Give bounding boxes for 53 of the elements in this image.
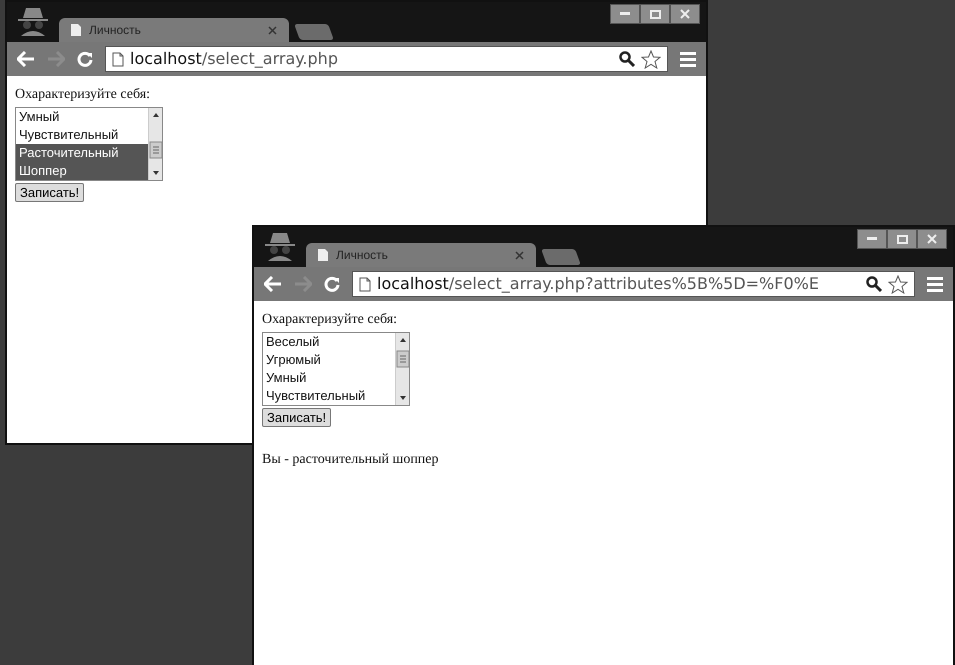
- close-icon: [927, 234, 937, 244]
- close-icon: [680, 9, 690, 19]
- search-icon[interactable]: [619, 51, 635, 67]
- reload-icon[interactable]: [77, 51, 93, 67]
- list-option[interactable]: Умный: [16, 108, 148, 126]
- page-icon: [318, 249, 328, 261]
- list-option[interactable]: Веселый: [263, 333, 395, 351]
- url-text: localhost/select_array.php: [130, 49, 338, 68]
- close-button[interactable]: [917, 229, 947, 249]
- back-icon[interactable]: [17, 51, 35, 67]
- maximize-icon: [650, 10, 660, 18]
- maximize-button[interactable]: [887, 229, 917, 249]
- close-icon[interactable]: [268, 26, 277, 34]
- new-tab-button[interactable]: [541, 249, 581, 265]
- back-icon[interactable]: [264, 276, 282, 292]
- address-bar[interactable]: localhost/select_array.php: [105, 46, 668, 72]
- browser-tab[interactable]: Личность: [59, 18, 289, 42]
- incognito-icon: [264, 231, 296, 261]
- list-option[interactable]: Угрюмый: [263, 351, 395, 369]
- menu-icon[interactable]: [927, 276, 943, 292]
- submit-button[interactable]: Записать!: [15, 183, 84, 202]
- minimize-icon: [620, 12, 630, 16]
- address-bar[interactable]: localhost/select_array.php?attributes%5B%5D=%F0%E: [352, 271, 915, 297]
- maximize-icon: [896, 234, 908, 244]
- browser-tab[interactable]: Личность: [306, 243, 536, 267]
- list-box[interactable]: Веселый Угрюмый Умный Чувствительный: [262, 332, 410, 406]
- search-icon[interactable]: [866, 276, 882, 292]
- close-button[interactable]: [670, 4, 700, 24]
- list-box[interactable]: Умный Чувствительный Расточительный Шоппер: [15, 107, 163, 181]
- maximize-button[interactable]: [640, 4, 670, 24]
- star-icon[interactable]: [641, 50, 661, 68]
- reload-icon[interactable]: [324, 276, 340, 292]
- minimize-icon: [867, 237, 877, 241]
- page-icon: [112, 52, 124, 66]
- list-option[interactable]: Расточительный: [16, 144, 148, 162]
- page-icon: [359, 276, 371, 292]
- page-icon: [71, 24, 81, 36]
- close-icon[interactable]: [515, 250, 524, 260]
- list-option[interactable]: Чувствительный: [263, 387, 395, 405]
- list-option[interactable]: Шоппер: [16, 162, 148, 180]
- url-text: localhost/select_array.php?attributes%5B%5D=%F0%E: [377, 274, 819, 293]
- new-tab-button[interactable]: [294, 24, 334, 40]
- list-option[interactable]: Чувствительный: [16, 126, 148, 144]
- minimize-button[interactable]: [610, 4, 640, 24]
- star-icon[interactable]: [888, 274, 908, 294]
- submit-button[interactable]: Записать!: [262, 408, 332, 427]
- menu-icon[interactable]: [680, 52, 696, 66]
- form-label: Охарактеризуйте себя:: [262, 311, 398, 329]
- minimize-button[interactable]: [857, 229, 887, 249]
- incognito-icon: [17, 6, 49, 36]
- result-text: Вы - расточительный шоппер: [262, 451, 440, 469]
- form-label: Охарактеризуйте себя:: [15, 86, 152, 104]
- list-option[interactable]: Умный: [263, 369, 395, 387]
